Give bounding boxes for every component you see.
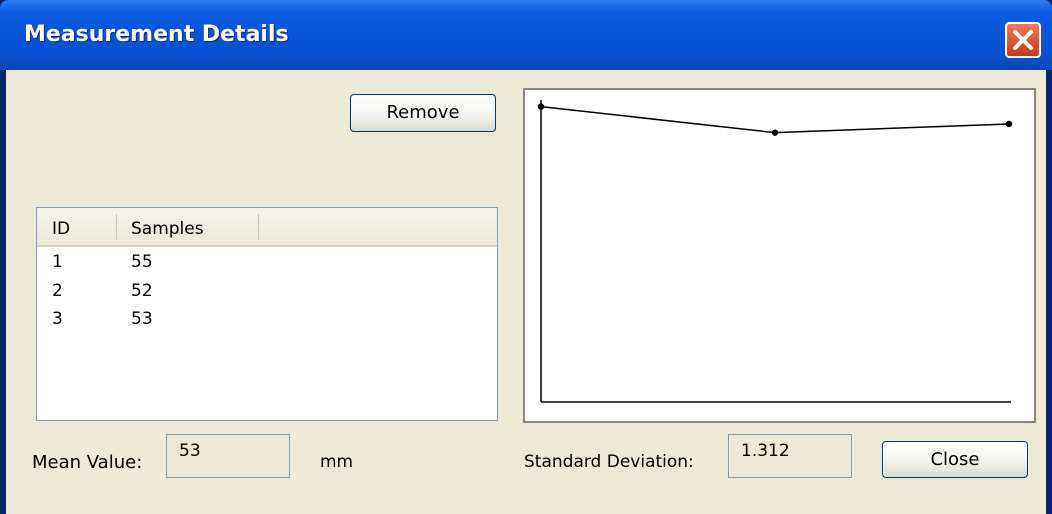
mean-value-label: Mean Value: bbox=[32, 452, 143, 473]
row-id: 2 bbox=[52, 281, 63, 301]
mean-value-field: 53 bbox=[166, 434, 290, 478]
row-id: 1 bbox=[52, 252, 63, 272]
series-line bbox=[540, 105, 1010, 134]
row-samples: 55 bbox=[131, 252, 153, 272]
window-close-button[interactable] bbox=[1005, 22, 1041, 58]
column-header-samples[interactable]: Samples bbox=[131, 219, 204, 239]
data-point-1 bbox=[537, 103, 545, 110]
title-bar[interactable]: Measurement Details bbox=[0, 0, 1052, 70]
column-divider[interactable] bbox=[116, 214, 117, 240]
std-dev-label: Standard Deviation: bbox=[524, 452, 694, 472]
column-divider[interactable] bbox=[258, 214, 259, 240]
samples-chart bbox=[523, 88, 1036, 423]
row-id: 3 bbox=[52, 309, 63, 329]
line-chart bbox=[537, 100, 1013, 403]
list-header: ID Samples bbox=[37, 208, 497, 247]
mean-unit-label: mm bbox=[320, 452, 354, 472]
row-samples: 52 bbox=[131, 281, 153, 301]
column-header-id[interactable]: ID bbox=[52, 219, 70, 239]
row-samples: 53 bbox=[131, 309, 153, 329]
data-point-3 bbox=[1005, 120, 1013, 128]
window-title: Measurement Details bbox=[24, 22, 289, 47]
close-icon bbox=[1013, 30, 1033, 50]
samples-list[interactable]: ID Samples 1 55 2 52 3 53 bbox=[36, 207, 498, 421]
dialog-body: Remove ID Samples 1 55 2 52 3 53 Mean Va… bbox=[6, 70, 1046, 514]
data-point-2 bbox=[771, 129, 779, 136]
measurement-details-window: Measurement Details Remove ID Samples 1 … bbox=[0, 0, 1052, 514]
std-dev-field: 1.312 bbox=[728, 434, 852, 478]
close-button[interactable]: Close bbox=[882, 441, 1028, 478]
series bbox=[537, 103, 1013, 136]
remove-button[interactable]: Remove bbox=[350, 94, 496, 132]
